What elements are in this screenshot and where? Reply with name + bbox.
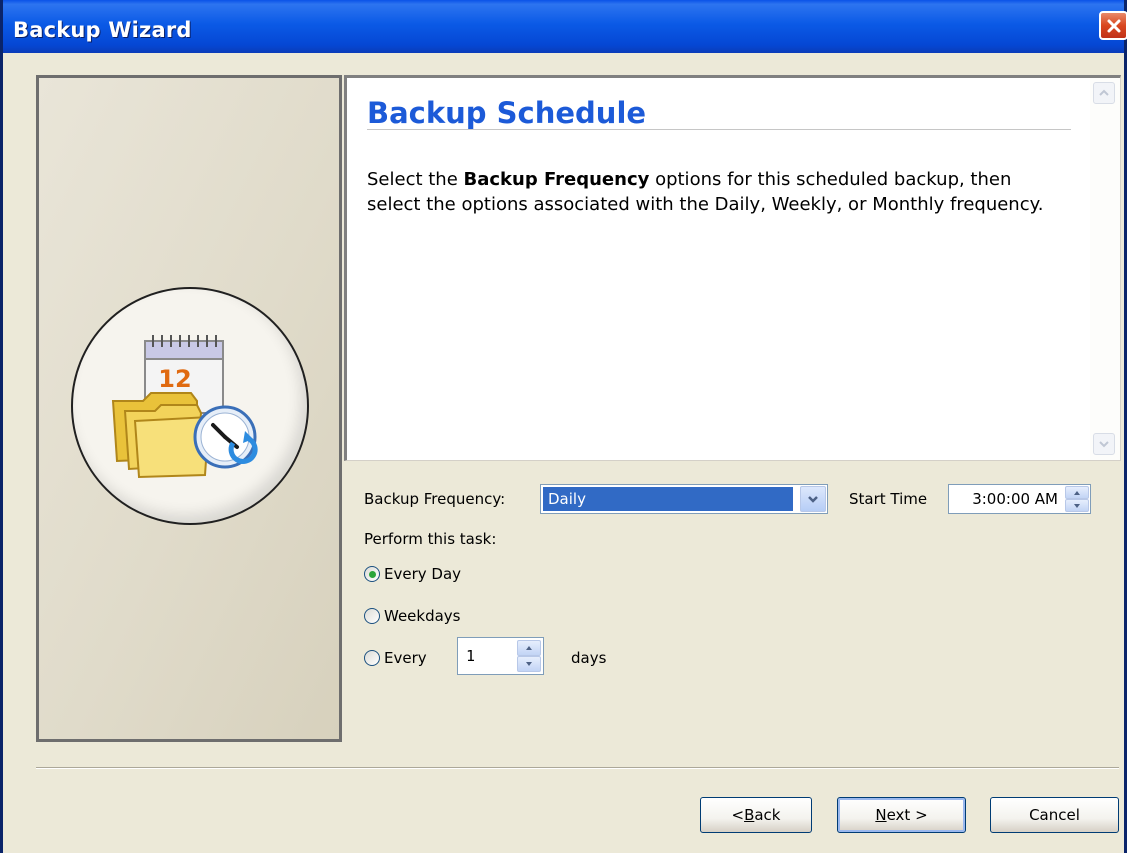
- radio-button[interactable]: [364, 566, 380, 582]
- scroll-down-arrow-icon: [1099, 441, 1109, 448]
- radio-weekdays-label: Weekdays: [384, 607, 461, 625]
- scroll-up-arrow-icon: [1099, 89, 1109, 96]
- frequency-select[interactable]: Daily: [540, 484, 828, 514]
- every-n-days-field[interactable]: 1: [457, 637, 544, 675]
- spin-up-icon: [1074, 490, 1080, 495]
- close-button[interactable]: [1099, 11, 1128, 40]
- vertical-scrollbar[interactable]: [1090, 78, 1120, 460]
- start-time-label: Start Time: [849, 490, 928, 508]
- start-time-value: 3:00:00 AM: [972, 490, 1058, 508]
- frequency-selected-value: Daily: [543, 487, 793, 511]
- back-prefix: <: [731, 806, 745, 824]
- radio-button[interactable]: [364, 650, 380, 666]
- scroll-down-button[interactable]: [1093, 433, 1115, 455]
- radio-every-day[interactable]: Every Day: [364, 565, 461, 583]
- close-icon: [1107, 19, 1120, 32]
- cancel-button[interactable]: Cancel: [990, 797, 1119, 833]
- title-divider: [367, 129, 1071, 130]
- perform-task-label: Perform this task:: [364, 530, 497, 548]
- start-time-up-button[interactable]: [1065, 486, 1089, 499]
- back-mnemonic: B: [744, 806, 755, 824]
- every-n-down-button[interactable]: [517, 656, 541, 672]
- calendar-day-number: 12: [158, 365, 191, 393]
- back-rest: ack: [754, 806, 781, 824]
- next-rest: ext >: [886, 806, 928, 824]
- backup-wizard-window: Backup Wizard 12 Backup Schedule Select …: [0, 0, 1128, 853]
- button-separator: [36, 767, 1119, 769]
- start-time-down-button[interactable]: [1065, 499, 1089, 512]
- next-mnemonic: N: [875, 806, 887, 824]
- every-n-up-button[interactable]: [517, 640, 541, 656]
- chevron-down-icon: [808, 495, 818, 503]
- radio-every-label: Every: [384, 649, 427, 667]
- every-n-days-value: 1: [466, 647, 476, 665]
- description-prefix: Select the: [367, 169, 464, 190]
- spin-down-icon: [1074, 503, 1080, 508]
- content-panel: Backup Schedule Select the Backup Freque…: [344, 75, 1121, 461]
- window-title: Backup Wizard: [13, 18, 192, 42]
- wizard-emblem: 12: [71, 287, 309, 525]
- radio-every-n-days[interactable]: Every: [364, 649, 427, 667]
- start-time-field[interactable]: 3:00:00 AM: [948, 484, 1091, 514]
- scroll-up-button[interactable]: [1093, 82, 1115, 104]
- wizard-image-panel: 12: [36, 75, 342, 742]
- page-title: Backup Schedule: [367, 96, 647, 130]
- start-time-spinner[interactable]: [1065, 486, 1089, 512]
- frequency-label: Backup Frequency:: [364, 490, 506, 508]
- days-label: days: [571, 649, 607, 667]
- spin-up-icon: [526, 646, 532, 650]
- page-description: Select the Backup Frequency options for …: [367, 167, 1067, 217]
- calendar-folders-clock-icon: 12: [111, 335, 258, 479]
- frequency-dropdown-button[interactable]: [800, 486, 826, 512]
- radio-selected-dot: [368, 570, 376, 578]
- back-button[interactable]: < Back: [700, 797, 812, 833]
- title-bar[interactable]: Backup Wizard: [3, 0, 1128, 53]
- next-button[interactable]: Next >: [837, 797, 966, 833]
- spin-down-icon: [526, 662, 532, 666]
- description-bold: Backup Frequency: [463, 169, 650, 190]
- radio-every-day-label: Every Day: [384, 565, 462, 583]
- every-n-days-spinner[interactable]: [517, 640, 541, 672]
- radio-button[interactable]: [364, 608, 380, 624]
- radio-weekdays[interactable]: Weekdays: [364, 607, 461, 625]
